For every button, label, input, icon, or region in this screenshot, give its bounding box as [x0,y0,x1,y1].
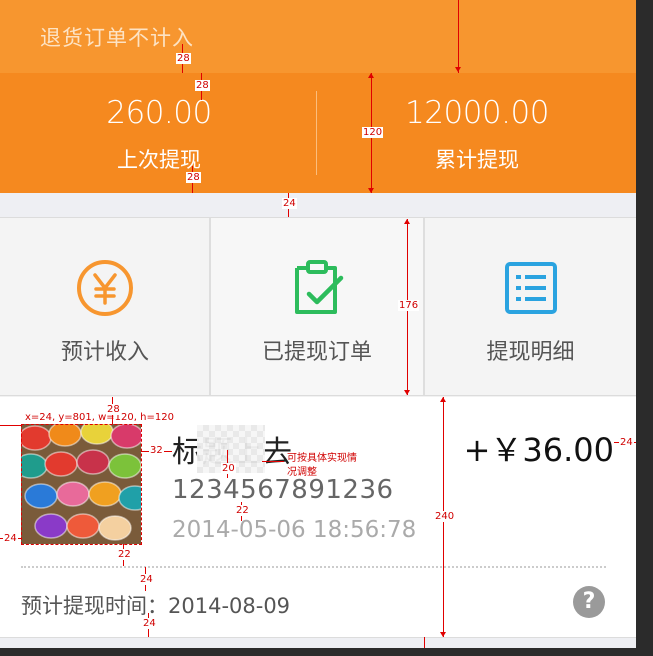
return-note: 退货订单不计入 [40,26,194,50]
section-gap [0,637,636,648]
yen-circle-icon [77,260,133,316]
order-time: 2014-05-06 18:56:78 [172,517,417,543]
bottom-edge-strip [0,648,653,656]
annotation-arrow [455,67,461,72]
annotation-line [424,637,425,648]
expected-withdraw-time: 预计提现时间：2014-08-09 [21,590,290,620]
expected-value: 2014-08-09 [168,594,291,618]
help-icon[interactable]: ? [573,586,605,618]
annotation-note-1: 可按具体实现情 [287,453,357,464]
app-screen: 退货订单不计入 260.00 上次提现 12000.00 累计提现 预计收入 已… [0,0,636,656]
annotation-28: 28 [176,53,191,64]
menu-label: 预计收入 [60,340,149,365]
annotation-24: 24 [139,574,154,585]
annotation-176: 176 [398,300,420,311]
withdraw-stats: 260.00 上次提现 12000.00 累计提现 [0,73,636,193]
function-menu: 预计收入 已提现订单 提现明细 [0,217,636,396]
stat-label: 上次提现 [117,148,201,172]
annotation-thumb-box [21,424,142,545]
annotation-arrow [440,632,446,637]
header-banner: 退货订单不计入 [0,0,636,73]
stat-value: 12000.00 [405,95,549,131]
stat-divider [316,91,317,175]
order-amount: +￥36.00 [463,431,614,469]
menu-label: 提现明细 [486,340,575,365]
list-icon [504,262,557,314]
annotation-line [0,425,21,426]
stat-last-withdraw[interactable]: 260.00 上次提现 [0,73,318,193]
annotation-thumb-spec: x=24, y=801, w=120, h=120 [25,412,174,423]
expected-label: 预计提现时间： [21,594,168,618]
annotation-note-2: 况调整 [287,467,317,478]
right-edge-strip [636,0,653,656]
annotation-22: 22 [117,549,132,560]
annotation-arrow [404,219,410,224]
section-gap [0,193,636,217]
stat-value: 260.00 [106,95,212,131]
menu-expected-income[interactable]: 预计收入 [0,218,210,395]
annotation-line [262,461,284,462]
annotation-24: 24 [619,437,634,448]
menu-label: 已提现订单 [261,340,372,365]
clipboard-check-icon [295,260,344,314]
stat-label: 累计提现 [435,148,519,172]
dotted-divider [21,566,606,568]
annotation-32: 32 [149,445,164,456]
annotation-24: 24 [282,198,297,209]
annotation-arrow [368,188,374,193]
annotation-arrow [440,397,446,402]
annotation-24: 24 [3,533,18,544]
menu-withdrawn-orders[interactable]: 已提现订单 [211,218,423,395]
order-number: 1234567891236 [172,475,394,505]
annotation-line [458,0,459,73]
annotation-22: 22 [235,505,250,516]
annotation-28: 28 [106,404,121,415]
annotation-28: 28 [195,80,210,91]
annotation-20: 20 [221,463,236,474]
annotation-arrow [368,73,374,78]
annotation-28: 28 [186,172,201,183]
annotation-24: 24 [142,618,157,629]
annotation-arrow [404,390,410,395]
annotation-120: 120 [362,127,384,138]
annotation-240: 240 [434,511,456,522]
menu-withdraw-details[interactable]: 提现明细 [425,218,636,395]
